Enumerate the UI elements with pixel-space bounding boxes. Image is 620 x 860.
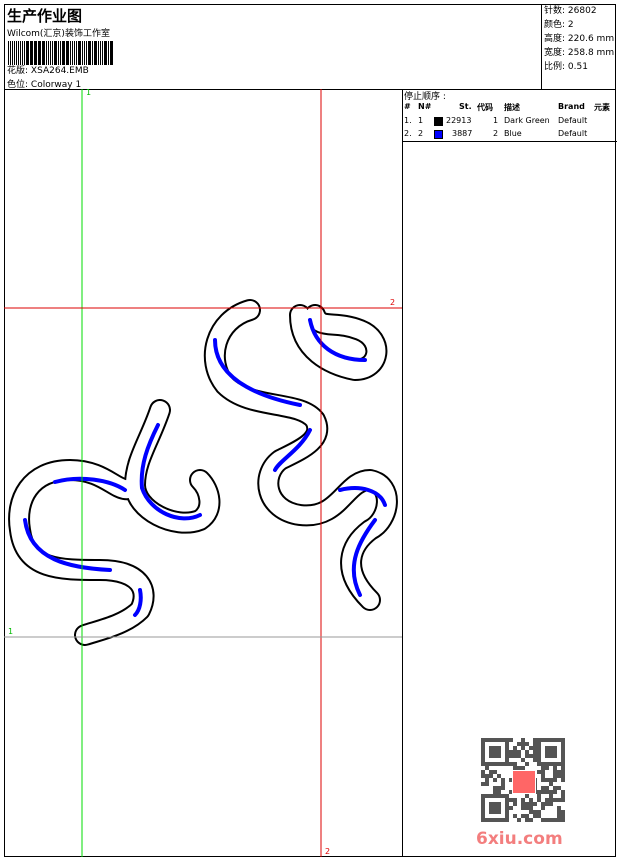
embroidery-design bbox=[4, 89, 402, 857]
guide-label: 2 bbox=[325, 847, 331, 856]
guide-label: 1 bbox=[8, 627, 14, 636]
guide-label: 2 bbox=[390, 298, 396, 307]
watermark: 6xiu.com bbox=[476, 829, 563, 849]
seal-stamp bbox=[512, 770, 536, 794]
guide-label: 1 bbox=[86, 88, 92, 97]
production-worksheet: 生产作业图 Wilcom(汇京)装饰工作室 花版: XSA264.EMB 色位:… bbox=[0, 0, 620, 860]
